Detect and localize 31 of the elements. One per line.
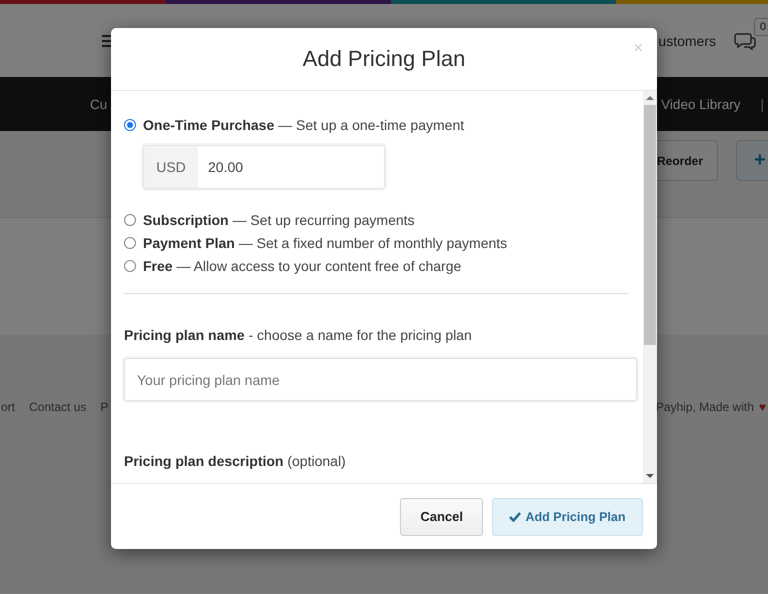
radio-button[interactable] [124,214,136,226]
nav-separator: | [760,96,764,112]
heart-icon: ♥ [758,400,766,414]
nav-item[interactable]: Video Library [661,96,740,112]
footer-link[interactable]: ort [1,400,16,414]
cancel-button[interactable]: Cancel [400,498,483,536]
field-label: Pricing plan name - choose a name for the pricing plan [124,327,473,343]
scrollbar-thumb[interactable] [644,105,656,345]
footer-link[interactable]: P [100,400,108,414]
footer-link[interactable]: Contact us [29,400,86,414]
scrollbar[interactable] [643,91,657,483]
nav-item[interactable]: Cu [0,96,108,112]
modal-title: Add Pricing Plan [302,46,466,72]
price-field[interactable]: USD 20.00 [143,145,385,189]
name-input-field[interactable]: Your pricing plan name [124,358,637,401]
option-label: Subscription — Set up recurring payments [143,212,415,228]
nav-link[interactable]: ustomers [658,32,716,48]
field-label: Pricing plan description (optional) [124,453,347,469]
option-label: Free — Allow access to your content free of charge [143,258,462,274]
radio-button[interactable] [124,260,136,272]
option-label: One-Time Purchase — Set up a one-time payment [143,116,464,132]
radio-button[interactable] [124,118,136,130]
footer-credit: Payhip, Made with [656,400,754,414]
add-pricing-plan-button[interactable]: Add Pricing Plan [492,498,643,536]
radio-button[interactable] [124,236,136,248]
notification-badge: 0 [754,18,768,36]
add-button[interactable]: + [736,140,768,181]
option-label: Payment Plan — Set a fixed number of monthly payments [143,234,508,250]
currency-label: USD [144,146,198,188]
chat-icon [734,30,756,50]
check-icon [509,511,522,522]
